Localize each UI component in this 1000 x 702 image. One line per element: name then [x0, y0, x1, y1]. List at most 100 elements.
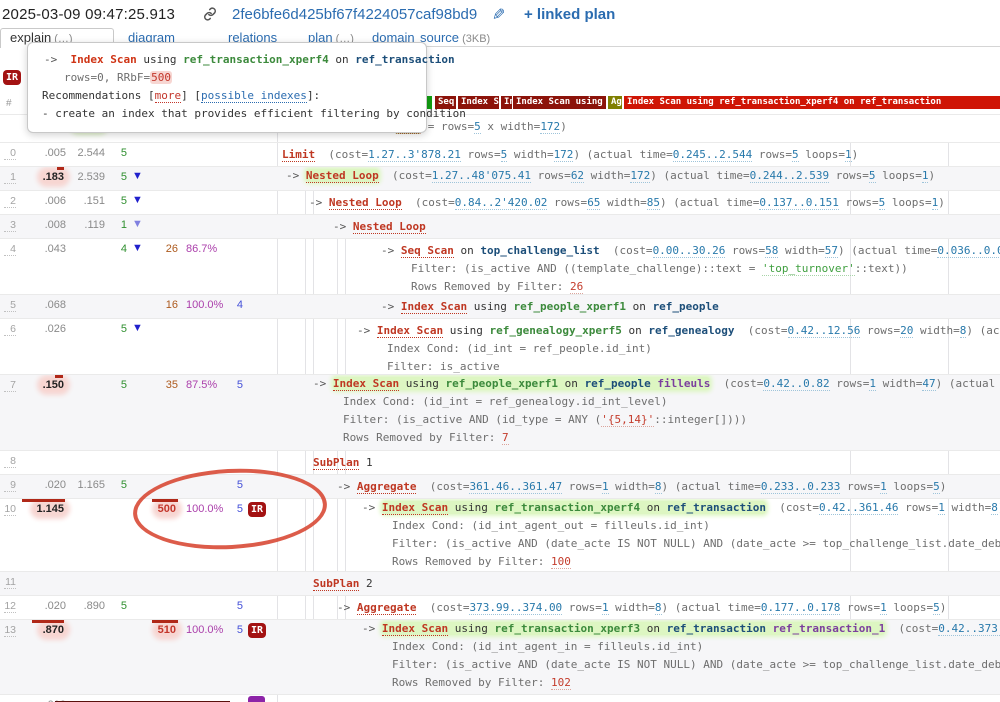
plan-line: -> Seq Scan on top_challenge_list (cost=…	[0, 239, 1000, 260]
plan-text-segment: 5	[474, 120, 481, 134]
plan-text-segment: SubPlan	[313, 456, 359, 470]
plan-text-segment: loops=	[885, 196, 931, 209]
plan-text-segment: Limit	[282, 148, 315, 162]
plan-text-segment: 1.27..48'075.41	[432, 169, 531, 183]
plan-text-segment: (cost=	[766, 501, 819, 514]
plan-line: Index Cond: (id_int = ref_genealogy.id_i…	[0, 393, 1000, 411]
plan-text-segment: 8	[655, 601, 662, 615]
plan-text-segment: )	[560, 120, 567, 133]
plan-line: SubPlan 1	[0, 451, 1000, 472]
ir-badge[interactable]: IR	[3, 70, 21, 85]
plan-text-segment: on	[626, 300, 653, 313]
plan-text-segment: ref_genealogy	[648, 324, 734, 337]
plan-text-segment: Index Scan	[382, 501, 448, 515]
plan-row[interactable]: 6.0265▼-> Index Scan using ref_genealogy…	[0, 318, 1000, 374]
plan-text-segment: ->	[313, 377, 333, 390]
plan-text-segment[interactable]: possible indexes	[201, 89, 307, 103]
plan-text-segment: ) (actual time=	[936, 377, 1000, 390]
plan-text-segment: using	[448, 501, 494, 514]
plan-text-segment: using	[467, 300, 513, 313]
plan-row[interactable]: 3.008.1191▼-> Nested Loop	[0, 214, 1000, 238]
plan-text-segment: 5	[869, 169, 876, 183]
plan-line: -> Aggregate (cost=361.46..361.47 rows=1…	[0, 475, 1000, 496]
plan-text-segment: 0.42..361.46	[819, 501, 898, 515]
plan-text-segment: 172	[554, 148, 574, 162]
plan-text-segment: width=	[600, 196, 646, 209]
plan-text-segment: 1	[359, 456, 372, 469]
plan-line: Index Cond: (id_int = ref_people.id_int)	[0, 340, 1000, 358]
plan-row[interactable]: .010	[0, 694, 1000, 702]
plan-line: -> Aggregate (cost=373.99..374.00 rows=1…	[0, 596, 1000, 617]
link-icon[interactable]	[203, 7, 217, 25]
plan-text-segment: Aggregate	[357, 601, 417, 615]
timeline-segment[interactable]: Ind	[501, 96, 512, 109]
plan-text-segment: 0.42..0.82	[763, 377, 829, 391]
plan-text-segment: 1	[602, 601, 609, 615]
plan-row[interactable]: 5.06816100.0%4-> Index Scan using ref_pe…	[0, 294, 1000, 318]
plan-id-link[interactable]: 2fe6bfe6d425bf67f4224057caf98bd9	[232, 6, 477, 23]
plan-line: Rows Removed by Filter: 102	[0, 674, 1000, 692]
linked-plan-button[interactable]: + linked plan	[524, 6, 615, 23]
plan-row[interactable]: 12.020.89055-> Aggregate (cost=373.99..3…	[0, 595, 1000, 619]
plan-text-segment: Index Scan	[382, 622, 448, 636]
plan-row[interactable]: 4.04342686.7%▼-> Seq Scan on top_challen…	[0, 238, 1000, 294]
plan-text-segment: ref_transaction	[667, 622, 766, 635]
plan-text-segment: )	[928, 169, 935, 182]
plan-text-segment: Index Scan	[71, 53, 137, 66]
plan-text-segment: 172	[630, 169, 650, 183]
plan-row[interactable]: 9.0201.16555-> Aggregate (cost=361.46..3…	[0, 474, 1000, 498]
plan-text-segment: on	[558, 377, 585, 390]
plan-row[interactable]: 11SubPlan 2	[0, 571, 1000, 595]
tab-suffix: (3KB)	[459, 33, 490, 45]
plan-text-segment: (cost=	[416, 480, 469, 493]
plan-text-segment: (cost=	[379, 169, 432, 182]
plan-text-segment: ref_people	[653, 300, 719, 313]
plan-text-segment: ) (actual time=	[838, 244, 937, 257]
plan-row[interactable]: 7.15053587.5%5-> Index Scan using ref_pe…	[0, 374, 1000, 450]
plan-text-segment: Index Scan	[377, 324, 443, 338]
plan-text-segment: 361.46..361.47	[469, 480, 562, 494]
plan-text-segment: rows=	[839, 196, 879, 209]
timeline-segment[interactable]: Ag	[608, 96, 622, 109]
plan-row[interactable]: 0.0052.5445Limit (cost=1.27..3'878.21 ro…	[0, 142, 1000, 166]
plan-line: SubPlan 2	[0, 572, 1000, 593]
plan-text-segment: using	[137, 53, 183, 66]
plan-line: -> Index Scan using ref_people_xperf1 on…	[0, 375, 1000, 393]
node-badge	[248, 696, 265, 702]
plan-text-segment: rows=	[461, 148, 501, 161]
recommendation-tooltip: -> Index Scan using ref_transaction_xper…	[27, 42, 427, 133]
tooltip-line: -> Index Scan using ref_transaction_xper…	[44, 51, 416, 69]
plan-text-segment: 5	[933, 601, 940, 615]
tooltip-body: -> Index Scan using ref_transaction_xper…	[40, 51, 416, 123]
plan-text-segment: Filter: (is_active AND (date_acte IS NOT…	[392, 537, 1000, 550]
plan-text-segment[interactable]: more	[155, 89, 182, 103]
plan-text-segment: using	[448, 622, 494, 635]
timeline-segment[interactable]: Index Scan using ref_transaction_xperf4 …	[624, 96, 1000, 109]
plan-row[interactable]: 1.1832.5395▼-> Nested Loop (cost=1.27..4…	[0, 166, 1000, 190]
plan-text-segment: on	[640, 622, 667, 635]
plan-text-segment: rows=	[725, 244, 765, 257]
plan-text-segment: (cost=	[315, 148, 368, 161]
plan-text-segment: 2	[359, 577, 372, 590]
plan-text-segment: 'top_turnover'	[762, 262, 855, 276]
plan-text-segment: ->	[333, 220, 353, 233]
explain-plan-app: 2025-03-09 09:47:25.913 2fe6bfe6d425bf67…	[0, 0, 1000, 702]
plan-text-segment: ::integer[])))	[654, 413, 747, 426]
plan-text-segment: Filter: (is_active AND ((template_challe…	[411, 262, 762, 275]
plan-line: Filter: (is_active AND (date_acte IS NOT…	[0, 535, 1000, 553]
plan-row[interactable]: 101.145500100.0%5IR-> Index Scan using r…	[0, 498, 1000, 571]
tab-source[interactable]: source (3KB)	[420, 30, 490, 45]
plan-text-segment: width=	[778, 244, 824, 257]
plan-line: Filter: is_active	[0, 358, 1000, 374]
plan-text-segment: Aggregate	[357, 480, 417, 494]
plan-text-segment: ref_transaction_xperf3	[494, 622, 640, 635]
plan-text-segment: (cost=	[600, 244, 653, 257]
plan-text-segment: Rows Removed by Filter:	[343, 431, 502, 444]
plan-timestamp: 2025-03-09 09:47:25.913	[2, 6, 175, 23]
timeline-segment[interactable]: Index Scan using ref_peo	[513, 96, 606, 109]
plan-row[interactable]: 8SubPlan 1	[0, 450, 1000, 474]
plan-row[interactable]: 13.870510100.0%5IR-> Index Scan using re…	[0, 619, 1000, 694]
plan-text-segment: ->	[44, 53, 71, 66]
plan-row[interactable]: 2.006.1515▼-> Nested Loop (cost=0.84..2'…	[0, 190, 1000, 214]
edit-icon[interactable]: ✎	[492, 5, 505, 25]
